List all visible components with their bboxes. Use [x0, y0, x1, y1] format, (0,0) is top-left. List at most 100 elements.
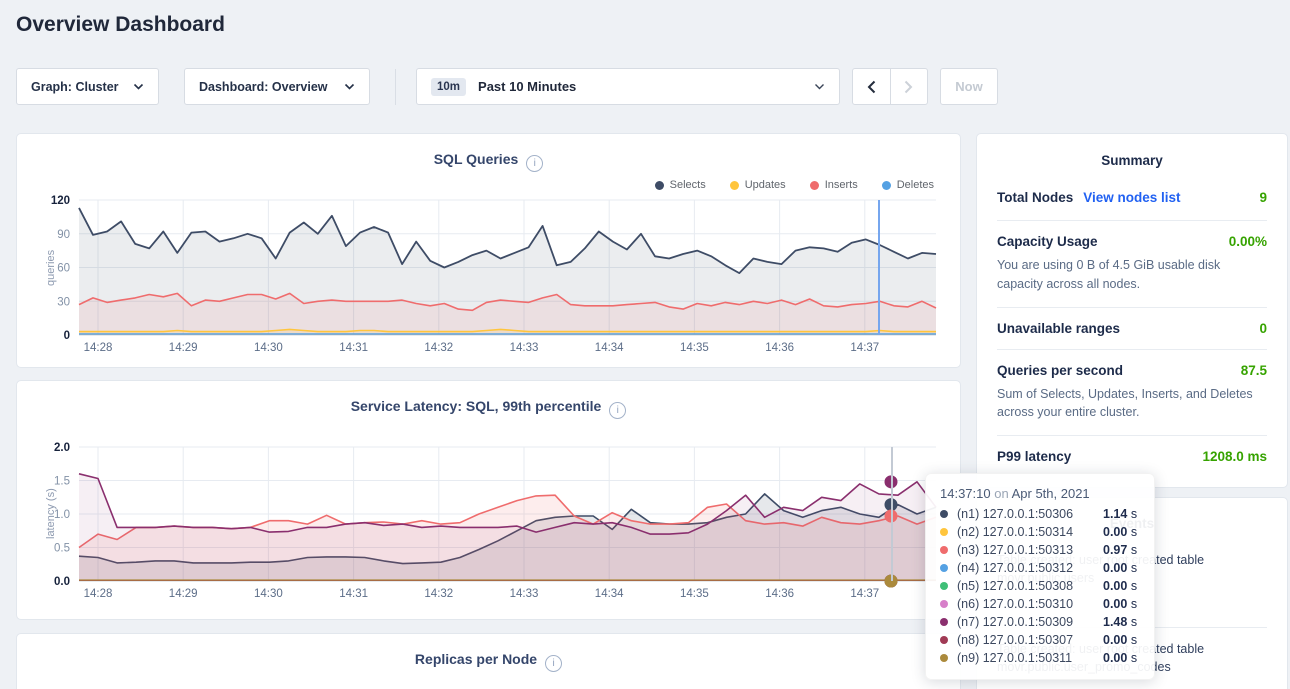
tooltip-timestamp: 14:37:10 on Apr 5th, 2021 [940, 486, 1140, 501]
replicas-per-node-title: Replicas per Node i [17, 651, 960, 672]
svg-text:14:37: 14:37 [850, 588, 879, 600]
node-address: (n6) 127.0.0.1:50310 [957, 597, 1103, 611]
svg-text:0.0: 0.0 [54, 576, 70, 588]
dashboard-dropdown[interactable]: Dashboard: Overview [184, 68, 370, 105]
node-address: (n1) 127.0.0.1:50306 [957, 507, 1103, 521]
svg-text:14:35: 14:35 [680, 342, 709, 354]
chart-legend: Selects Updates Inserts Deletes [655, 179, 934, 191]
qps-label: Queries per second [997, 363, 1123, 378]
svg-text:14:28: 14:28 [84, 342, 113, 354]
dashboard-dropdown-label: Dashboard: Overview [199, 80, 328, 94]
legend-item-updates[interactable]: Updates [730, 179, 786, 191]
chart-title-text: Replicas per Node [415, 651, 537, 667]
svg-text:14:29: 14:29 [169, 588, 198, 600]
info-icon[interactable]: i [545, 655, 562, 672]
tooltip-time: 14:37:10 [940, 486, 991, 501]
time-prev-button[interactable] [853, 69, 890, 104]
node-latency-value: 1.48 s [1103, 615, 1137, 629]
node-address: (n9) 127.0.0.1:50311 [957, 651, 1103, 665]
tooltip-node-row: (n6) 127.0.0.1:503100.00 s [940, 597, 1140, 611]
tooltip-node-row: (n4) 127.0.0.1:503120.00 s [940, 561, 1140, 575]
legend-label: Updates [745, 179, 786, 191]
legend-item-deletes[interactable]: Deletes [882, 179, 934, 191]
svg-text:14:30: 14:30 [254, 588, 283, 600]
capacity-description: You are using 0 B of 4.5 GiB usable disk… [997, 256, 1267, 294]
sql-queries-title: SQL Queries i [17, 151, 960, 172]
node-latency-value: 0.00 s [1103, 597, 1137, 611]
hover-crosshair-line [891, 447, 893, 581]
node-address: (n7) 127.0.0.1:50309 [957, 615, 1103, 629]
node-color-dot-icon [940, 636, 948, 644]
tooltip-node-row: (n3) 127.0.0.1:503130.97 s [940, 543, 1140, 557]
svg-text:14:31: 14:31 [339, 588, 368, 600]
chart-title-text: SQL Queries [434, 151, 519, 167]
svg-text:14:37: 14:37 [850, 342, 879, 354]
legend-dot-icon [730, 181, 739, 190]
node-color-dot-icon [940, 654, 948, 662]
svg-text:14:30: 14:30 [254, 342, 283, 354]
chevron-down-icon [344, 83, 355, 90]
node-latency-value: 1.14 s [1103, 507, 1137, 521]
info-icon[interactable]: i [526, 155, 543, 172]
chart-title-text: Service Latency: SQL, 99th percentile [351, 398, 602, 414]
y-axis-label: queries [45, 200, 57, 335]
node-latency-value: 0.00 s [1103, 579, 1137, 593]
svg-text:14:36: 14:36 [765, 342, 794, 354]
node-address: (n8) 127.0.0.1:50307 [957, 633, 1103, 647]
chevron-down-icon [814, 83, 825, 90]
tooltip-node-row: (n2) 127.0.0.1:503140.00 s [940, 525, 1140, 539]
info-icon[interactable]: i [609, 402, 626, 419]
svg-text:14:35: 14:35 [680, 588, 709, 600]
svg-text:14:34: 14:34 [595, 342, 624, 354]
svg-text:1.0: 1.0 [54, 509, 70, 521]
chevron-down-icon [133, 83, 144, 90]
node-color-dot-icon [940, 564, 948, 572]
svg-text:60: 60 [57, 263, 70, 275]
service-latency-chart[interactable]: 0.00.51.01.52.014:2814:2914:3014:3114:32… [79, 447, 936, 581]
service-latency-title: Service Latency: SQL, 99th percentile i [17, 398, 960, 419]
time-range-dropdown[interactable]: 10m Past 10 Minutes [416, 68, 840, 105]
now-button[interactable]: Now [940, 68, 998, 105]
total-nodes-value: 9 [1259, 190, 1267, 205]
tooltip-node-row: (n5) 127.0.0.1:503080.00 s [940, 579, 1140, 593]
svg-text:14:32: 14:32 [424, 342, 453, 354]
total-nodes-label: Total Nodes [997, 190, 1073, 205]
summary-title: Summary [977, 134, 1287, 176]
p99-latency-value: 1208.0 ms [1202, 449, 1267, 464]
svg-text:14:34: 14:34 [595, 588, 624, 600]
node-color-dot-icon [940, 510, 948, 518]
controls-divider [395, 69, 396, 105]
view-nodes-list-link[interactable]: View nodes list [1083, 190, 1180, 205]
node-color-dot-icon [940, 546, 948, 554]
qps-value: 87.5 [1241, 363, 1267, 378]
node-latency-value: 0.00 s [1103, 633, 1137, 647]
time-window-label: Past 10 Minutes [478, 79, 802, 94]
legend-item-selects[interactable]: Selects [655, 179, 706, 191]
svg-text:120: 120 [51, 195, 70, 207]
legend-dot-icon [882, 181, 891, 190]
svg-text:14:32: 14:32 [424, 588, 453, 600]
legend-item-inserts[interactable]: Inserts [810, 179, 858, 191]
svg-text:2.0: 2.0 [54, 442, 70, 454]
summary-row-qps: Queries per second 87.5 Sum of Selects, … [997, 349, 1267, 436]
summary-panel: Summary Total NodesView nodes list 9 Cap… [976, 133, 1288, 488]
svg-text:14:33: 14:33 [510, 342, 539, 354]
legend-label: Deletes [897, 179, 934, 191]
replicas-per-node-panel: Replicas per Node i [16, 633, 961, 689]
time-window-badge: 10m [431, 78, 466, 96]
node-color-dot-icon [940, 600, 948, 608]
svg-text:90: 90 [57, 229, 70, 241]
tooltip-node-row: (n9) 127.0.0.1:503110.00 s [940, 651, 1140, 665]
svg-text:1.5: 1.5 [54, 476, 70, 488]
unavailable-ranges-label: Unavailable ranges [997, 321, 1120, 336]
node-address: (n5) 127.0.0.1:50308 [957, 579, 1103, 593]
p99-latency-label: P99 latency [997, 449, 1071, 464]
time-next-button[interactable] [890, 69, 928, 104]
node-color-dot-icon [940, 618, 948, 626]
sql-queries-chart[interactable]: 030609012014:2814:2914:3014:3114:3214:33… [79, 200, 936, 335]
hover-tooltip: 14:37:10 on Apr 5th, 2021 (n1) 127.0.0.1… [925, 473, 1155, 680]
svg-text:30: 30 [57, 296, 70, 308]
legend-dot-icon [810, 181, 819, 190]
page-title: Overview Dashboard [16, 13, 225, 37]
graph-dropdown[interactable]: Graph: Cluster [16, 68, 159, 105]
